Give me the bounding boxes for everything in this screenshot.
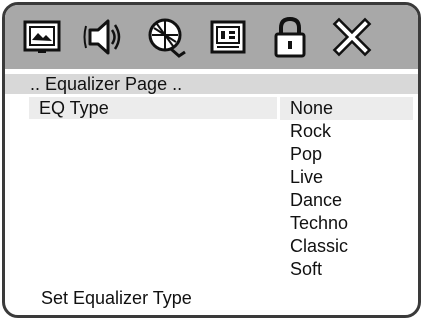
eq-type-label: EQ Type [39,98,109,118]
status-text: Set Equalizer Type [41,288,192,308]
option-soft[interactable]: Soft [280,258,413,281]
tab-audio-setup[interactable] [81,14,127,60]
eq-type-options: None Rock Pop Live Dance Techno Classic … [280,97,413,281]
tab-password[interactable] [267,14,313,60]
option-techno[interactable]: Techno [280,212,413,235]
tab-preference[interactable] [205,14,251,60]
tab-video-setup[interactable] [143,14,189,60]
general-setup-icon [23,20,61,53]
password-lock-icon [274,16,306,58]
tab-exit[interactable] [329,14,375,60]
option-rock[interactable]: Rock [280,120,413,143]
option-none[interactable]: None [280,97,413,120]
audio-setup-icon [83,19,121,55]
option-classic[interactable]: Classic [280,235,413,258]
option-live[interactable]: Live [280,166,413,189]
tab-general-setup[interactable] [19,14,65,60]
option-dance[interactable]: Dance [280,189,413,212]
video-setup-icon [148,18,186,58]
exit-icon [332,17,372,57]
option-pop[interactable]: Pop [280,143,413,166]
preference-icon [210,20,246,54]
toolbar-divider [5,69,418,73]
page-title: .. Equalizer Page .. [5,74,418,94]
setup-menu-window: .. Equalizer Page .. EQ Type None Rock P… [2,2,421,318]
setup-toolbar [5,5,418,69]
